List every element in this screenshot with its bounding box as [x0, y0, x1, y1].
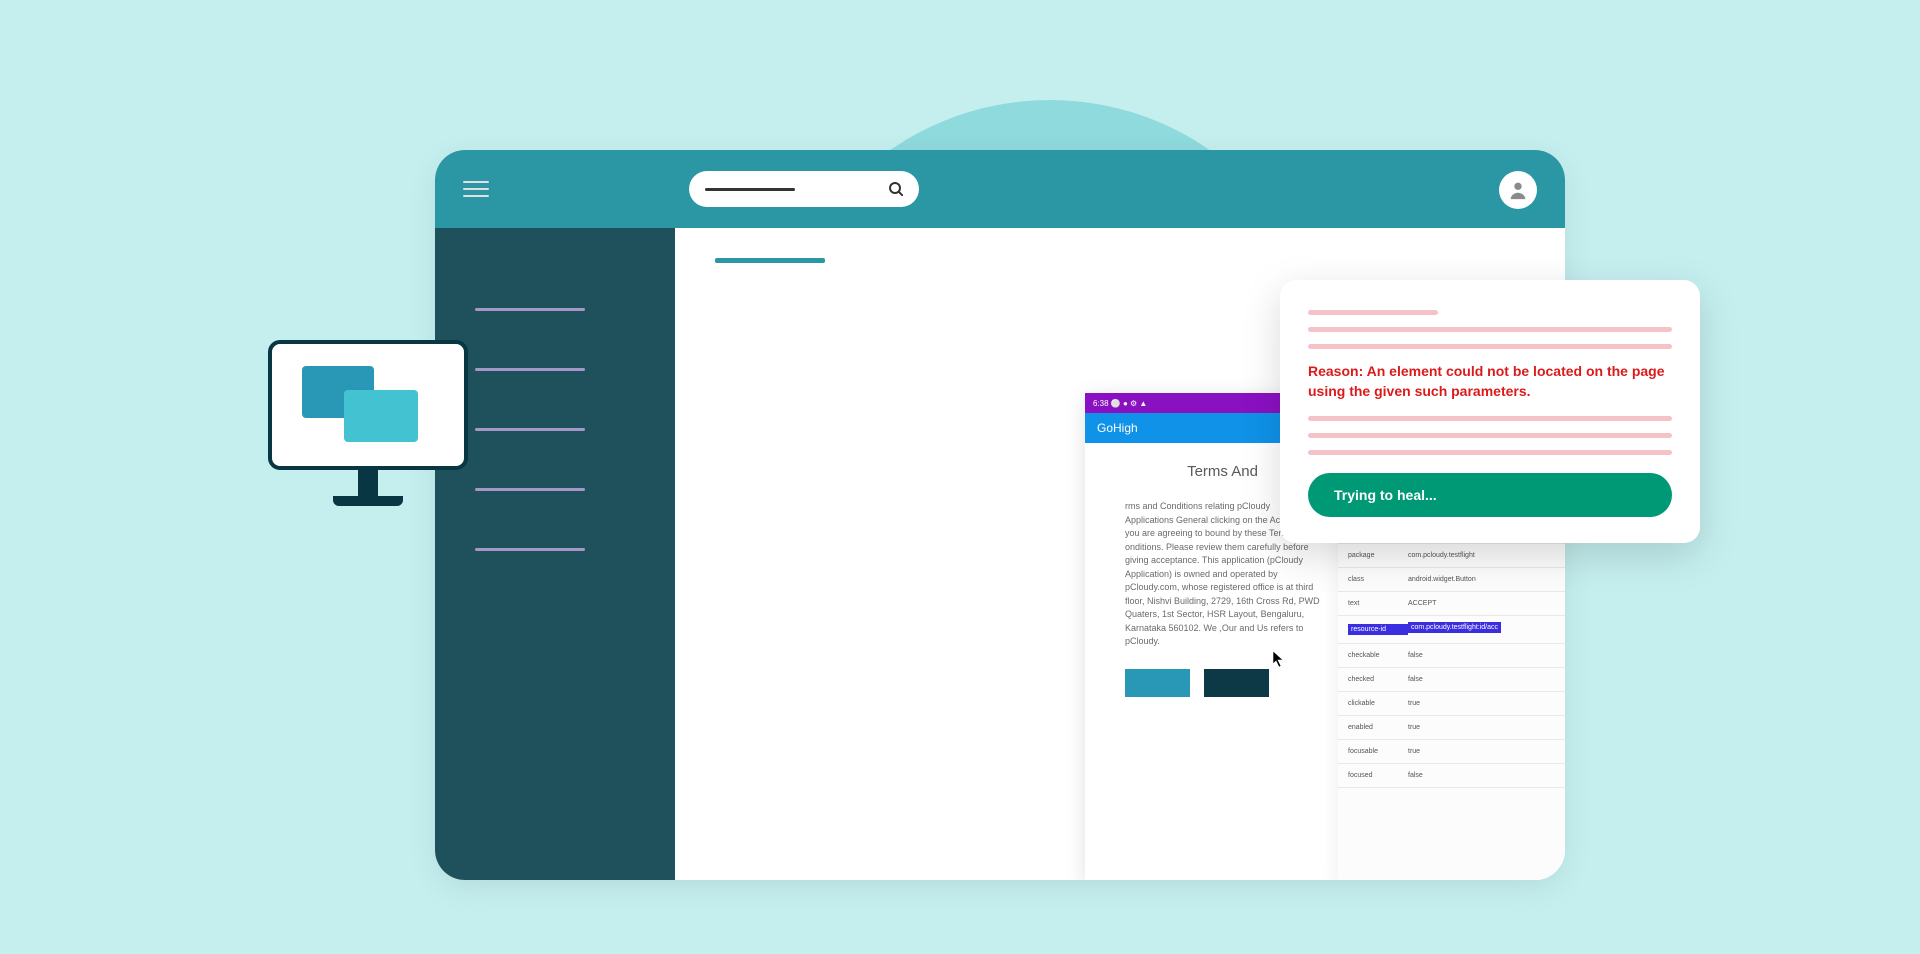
- inspector-row[interactable]: focusedfalse: [1338, 764, 1565, 788]
- sidebar-item[interactable]: [435, 548, 675, 608]
- mobile-decline-button[interactable]: [1204, 669, 1269, 697]
- error-message: Reason: An element could not be located …: [1308, 361, 1672, 402]
- inspector-row[interactable]: checkablefalse: [1338, 644, 1565, 668]
- user-icon: [1507, 179, 1529, 201]
- search-icon: [889, 182, 903, 196]
- placeholder-line: [1308, 327, 1672, 332]
- placeholder-line: [1308, 416, 1672, 421]
- placeholder-line: [1308, 450, 1672, 455]
- search-input[interactable]: [689, 171, 919, 207]
- inspector-row[interactable]: clickabletrue: [1338, 692, 1565, 716]
- page-heading: [715, 258, 825, 263]
- sidebar-item[interactable]: [435, 488, 675, 548]
- sidebar-item[interactable]: [435, 428, 675, 488]
- monitor-screen-icon: [268, 340, 468, 470]
- error-popup: Reason: An element could not be located …: [1280, 280, 1700, 543]
- mobile-buttons: [1125, 669, 1320, 697]
- status-left: 6:38 ⚪ ● ⚙ ▲: [1093, 399, 1147, 408]
- heal-button[interactable]: Trying to heal...: [1308, 473, 1672, 517]
- placeholder-line: [1308, 433, 1672, 438]
- sidebar: [435, 228, 675, 880]
- inspector-row[interactable]: textACCEPT: [1338, 592, 1565, 616]
- hamburger-menu-icon[interactable]: [463, 181, 489, 197]
- monitor-illustration: [268, 340, 468, 510]
- sidebar-item[interactable]: [435, 308, 675, 368]
- inspector-row[interactable]: enabledtrue: [1338, 716, 1565, 740]
- placeholder-line: [1308, 344, 1672, 349]
- inspector-row[interactable]: resource-idcom.pcloudy.testflight:id/acc: [1338, 616, 1565, 644]
- avatar[interactable]: [1499, 171, 1537, 209]
- mobile-accept-button[interactable]: [1125, 669, 1190, 697]
- inspector-row[interactable]: classandroid.widget.Button: [1338, 568, 1565, 592]
- inspector-row[interactable]: checkedfalse: [1338, 668, 1565, 692]
- sidebar-item[interactable]: [435, 368, 675, 428]
- inspector-row[interactable]: focusabletrue: [1338, 740, 1565, 764]
- search-placeholder-line: [705, 188, 795, 191]
- inspector-row[interactable]: packagecom.pcloudy.testflight: [1338, 544, 1565, 568]
- placeholder-line: [1308, 310, 1438, 315]
- topbar: [435, 150, 1565, 228]
